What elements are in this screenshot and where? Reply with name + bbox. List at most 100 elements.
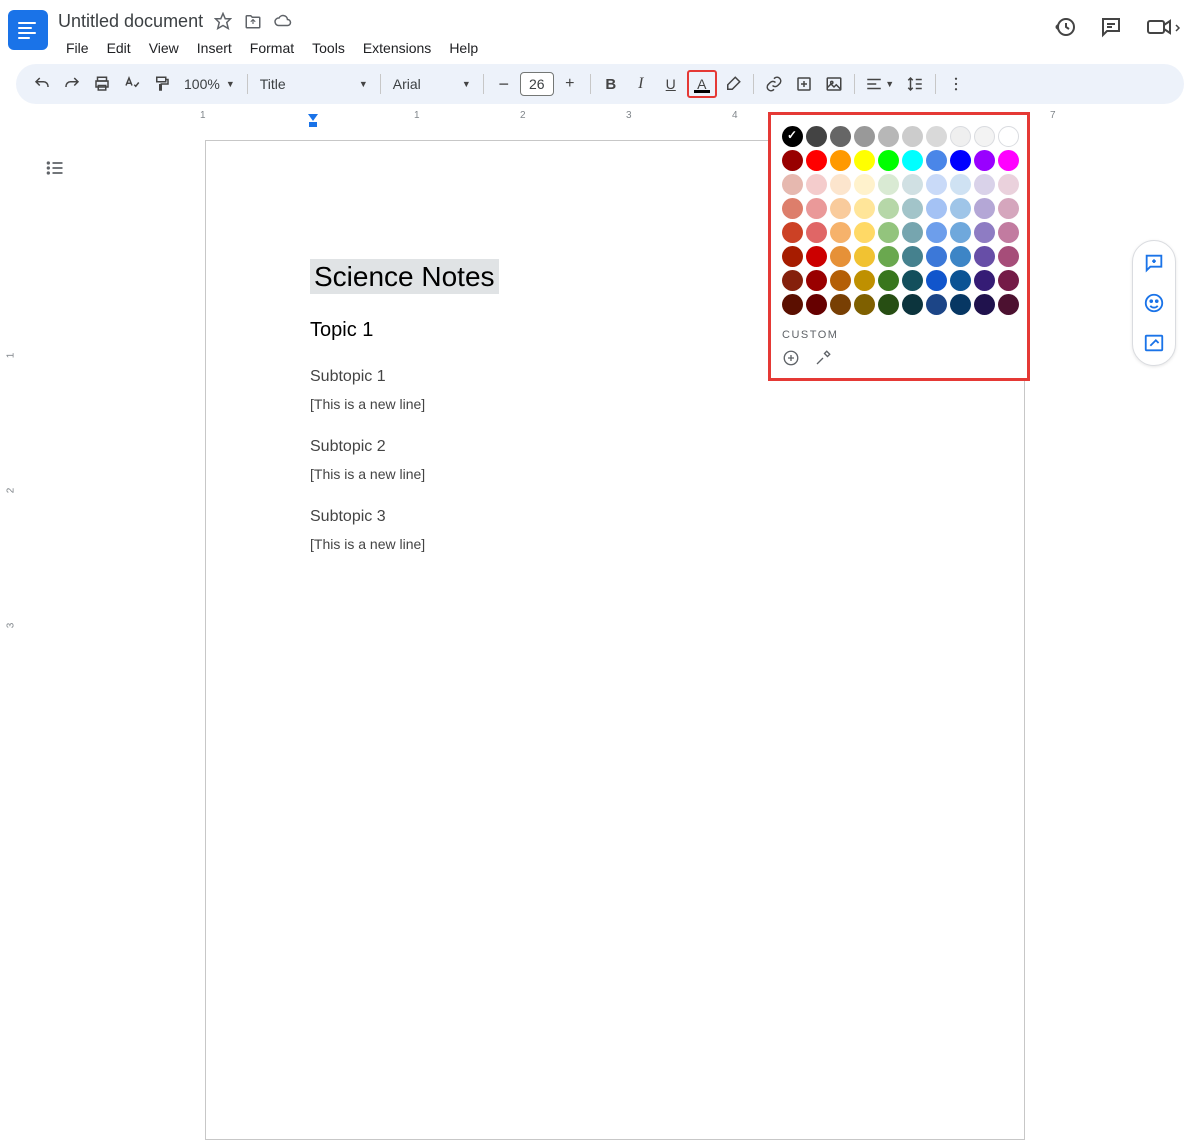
color-swatch[interactable] — [782, 150, 803, 171]
color-swatch[interactable] — [878, 150, 899, 171]
color-swatch[interactable] — [998, 126, 1019, 147]
image-button[interactable] — [820, 70, 848, 98]
color-swatch[interactable] — [782, 198, 803, 219]
text-color-button[interactable]: A — [687, 70, 717, 98]
move-icon[interactable] — [243, 11, 263, 31]
side-add-comment-button[interactable] — [1142, 251, 1166, 275]
color-swatch[interactable] — [902, 174, 923, 195]
doc-subtopic-3[interactable]: Subtopic 3 — [310, 508, 920, 526]
format-paint-button[interactable] — [148, 70, 176, 98]
color-swatch[interactable] — [998, 150, 1019, 171]
color-swatch[interactable] — [926, 222, 947, 243]
color-swatch[interactable] — [974, 246, 995, 267]
color-swatch[interactable] — [974, 126, 995, 147]
color-swatch[interactable] — [926, 270, 947, 291]
color-swatch[interactable] — [974, 174, 995, 195]
color-swatch[interactable] — [998, 246, 1019, 267]
highlight-button[interactable] — [719, 70, 747, 98]
color-swatch[interactable] — [806, 246, 827, 267]
font-dropdown[interactable]: Arial▼ — [387, 70, 477, 98]
color-swatch[interactable] — [806, 150, 827, 171]
menu-help[interactable]: Help — [441, 36, 486, 60]
color-swatch[interactable] — [902, 198, 923, 219]
color-swatch[interactable] — [998, 198, 1019, 219]
side-suggest-button[interactable] — [1142, 331, 1166, 355]
color-swatch[interactable] — [950, 126, 971, 147]
color-swatch[interactable] — [998, 270, 1019, 291]
doc-heading[interactable]: Science Notes — [310, 259, 499, 294]
doc-line-3[interactable]: [This is a new line] — [310, 536, 920, 552]
link-button[interactable] — [760, 70, 788, 98]
undo-button[interactable] — [28, 70, 56, 98]
color-swatch[interactable] — [782, 246, 803, 267]
color-swatch[interactable] — [854, 126, 875, 147]
color-swatch[interactable] — [974, 294, 995, 315]
color-swatch[interactable] — [830, 246, 851, 267]
doc-title[interactable]: Untitled document — [58, 11, 203, 32]
menu-edit[interactable]: Edit — [99, 36, 139, 60]
color-swatch[interactable] — [830, 222, 851, 243]
color-swatch[interactable] — [830, 270, 851, 291]
color-swatch[interactable] — [998, 222, 1019, 243]
color-swatch[interactable] — [806, 294, 827, 315]
color-swatch[interactable] — [950, 150, 971, 171]
star-icon[interactable] — [213, 11, 233, 31]
print-button[interactable] — [88, 70, 116, 98]
color-swatch[interactable] — [806, 174, 827, 195]
color-swatch[interactable] — [950, 174, 971, 195]
color-swatch[interactable] — [950, 270, 971, 291]
history-icon[interactable] — [1052, 14, 1078, 40]
color-swatch[interactable] — [902, 222, 923, 243]
color-swatch[interactable] — [878, 270, 899, 291]
color-swatch[interactable] — [830, 150, 851, 171]
add-custom-color-button[interactable] — [782, 349, 800, 367]
meet-icon[interactable] — [1144, 14, 1184, 40]
color-swatch[interactable] — [950, 294, 971, 315]
more-button[interactable] — [942, 70, 970, 98]
menu-view[interactable]: View — [141, 36, 187, 60]
eyedropper-button[interactable] — [814, 349, 832, 367]
docs-logo[interactable] — [8, 10, 48, 50]
bold-button[interactable]: B — [597, 70, 625, 98]
redo-button[interactable] — [58, 70, 86, 98]
style-dropdown[interactable]: Title▼ — [254, 70, 374, 98]
color-swatch[interactable] — [878, 174, 899, 195]
color-swatch[interactable] — [854, 150, 875, 171]
font-size-input[interactable]: 26 — [520, 72, 554, 96]
menu-extensions[interactable]: Extensions — [355, 36, 439, 60]
color-swatch[interactable] — [902, 246, 923, 267]
color-swatch[interactable] — [854, 174, 875, 195]
color-swatch[interactable] — [950, 246, 971, 267]
color-swatch[interactable] — [998, 174, 1019, 195]
color-swatch[interactable] — [854, 294, 875, 315]
color-swatch[interactable] — [806, 270, 827, 291]
cloud-icon[interactable] — [273, 11, 293, 31]
color-swatch[interactable] — [806, 198, 827, 219]
color-swatch[interactable] — [830, 126, 851, 147]
color-swatch[interactable] — [926, 294, 947, 315]
color-swatch[interactable] — [926, 150, 947, 171]
color-swatch[interactable] — [878, 198, 899, 219]
align-button[interactable]: ▼ — [861, 70, 899, 98]
doc-line-2[interactable]: [This is a new line] — [310, 466, 920, 482]
doc-line-1[interactable]: [This is a new line] — [310, 396, 920, 412]
spellcheck-button[interactable] — [118, 70, 146, 98]
color-swatch[interactable] — [902, 270, 923, 291]
menu-file[interactable]: File — [58, 36, 97, 60]
menu-insert[interactable]: Insert — [189, 36, 240, 60]
color-swatch[interactable] — [902, 126, 923, 147]
color-swatch[interactable] — [974, 150, 995, 171]
color-swatch[interactable] — [926, 246, 947, 267]
color-swatch[interactable] — [878, 126, 899, 147]
menu-tools[interactable]: Tools — [304, 36, 353, 60]
color-swatch[interactable] — [950, 198, 971, 219]
color-swatch[interactable] — [806, 222, 827, 243]
color-swatch[interactable] — [806, 126, 827, 147]
color-swatch[interactable] — [782, 294, 803, 315]
color-swatch[interactable] — [974, 270, 995, 291]
underline-button[interactable]: U — [657, 70, 685, 98]
font-size-decrease[interactable]: − — [490, 70, 518, 98]
color-swatch[interactable] — [830, 294, 851, 315]
color-swatch[interactable] — [950, 222, 971, 243]
color-swatch[interactable] — [878, 246, 899, 267]
